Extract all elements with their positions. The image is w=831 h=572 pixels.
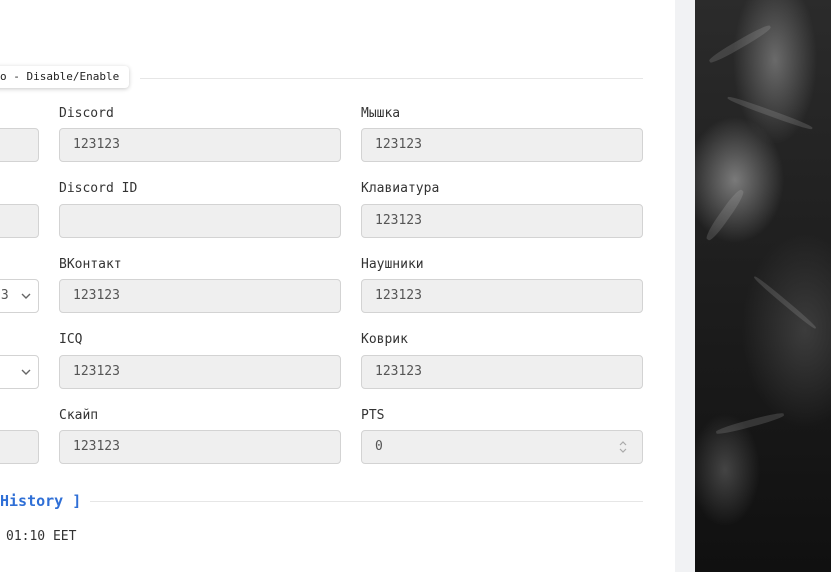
fieldset-divider [140, 78, 643, 79]
vkontakte-input[interactable]: 123123 [59, 279, 341, 313]
chevron-down-icon [21, 293, 31, 299]
pts-input[interactable]: 0 [361, 430, 643, 464]
mousepad-input[interactable]: 123123 [361, 355, 643, 389]
background-artwork [695, 0, 831, 572]
chevron-down-icon [21, 369, 31, 375]
profile-panel: o - Disable/Enable 03 Discord 123123 Dis… [0, 0, 675, 572]
discord-id-label: Discord ID [59, 181, 138, 196]
left-select-1[interactable]: 03 [0, 279, 39, 313]
history-divider [90, 501, 643, 502]
discord-id-input[interactable] [59, 204, 341, 238]
history-title: History ] [0, 492, 82, 510]
left-field-3[interactable] [0, 430, 39, 464]
vkontakte-label: ВКонтакт [59, 257, 122, 272]
left-select-1-value: 03 [0, 288, 9, 303]
headphones-label: Наушники [361, 257, 424, 272]
left-select-2[interactable] [0, 355, 39, 389]
page-gutter [675, 0, 695, 572]
fieldset-legend[interactable]: o - Disable/Enable [0, 66, 130, 88]
headphones-input[interactable]: 123123 [361, 279, 643, 313]
skype-label: Скайп [59, 408, 99, 423]
keyboard-input[interactable]: 123123 [361, 204, 643, 238]
mouse-label: Мышка [361, 106, 401, 121]
keyboard-label: Клавиатура [361, 181, 440, 196]
pts-value: 0 [375, 439, 383, 454]
mouse-input[interactable]: 123123 [361, 128, 643, 162]
icq-label: ICQ [59, 332, 83, 347]
left-field-2[interactable] [0, 204, 39, 238]
discord-input[interactable]: 123123 [59, 128, 341, 162]
spinner-arrows-icon[interactable] [618, 439, 628, 455]
history-entry-time: 01:10 EET [6, 529, 77, 544]
fieldset-header: o - Disable/Enable [0, 66, 643, 90]
pts-label: PTS [361, 408, 385, 423]
left-field-1[interactable] [0, 128, 39, 162]
discord-label: Discord [59, 106, 114, 121]
icq-input[interactable]: 123123 [59, 355, 341, 389]
skype-input[interactable]: 123123 [59, 430, 341, 464]
history-section-header: History ] [0, 490, 643, 512]
mousepad-label: Коврик [361, 332, 408, 347]
